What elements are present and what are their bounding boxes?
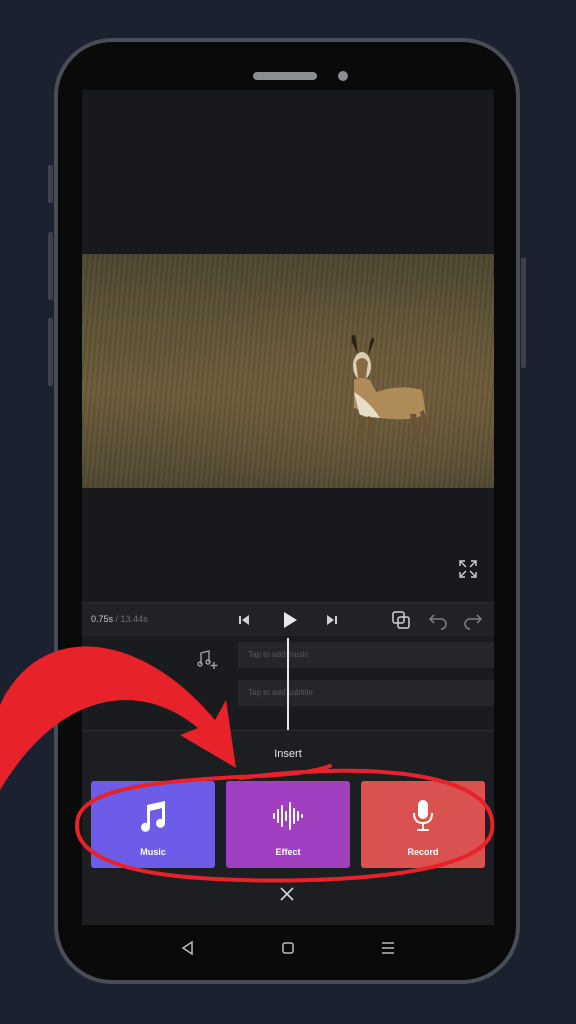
phone-camera (338, 71, 348, 81)
fullscreen-icon[interactable] (459, 560, 477, 578)
app-screen: 0.75s / 13.44s Tap to add music Tap to a… (82, 90, 494, 925)
insert-music-label: Music (140, 847, 166, 857)
insert-effect-label: Effect (275, 847, 301, 857)
music-track-placeholder: Tap to add music (248, 650, 309, 659)
insert-music-button[interactable]: Music (91, 781, 215, 868)
system-navigation-bar (82, 925, 494, 973)
playhead[interactable] (287, 638, 289, 730)
redo-icon[interactable] (463, 610, 483, 630)
phone-speaker (253, 72, 317, 80)
insert-panel-title: Insert (274, 748, 302, 760)
total-time: / 13.44s (115, 614, 148, 624)
insert-record-button[interactable]: Record (361, 781, 485, 868)
sound-wave-icon (273, 802, 303, 830)
undo-icon[interactable] (428, 610, 448, 630)
pronghorn-image (351, 334, 430, 444)
current-time: 0.75s (91, 614, 114, 624)
insert-panel: Insert Music Effect Record (82, 730, 494, 925)
playback-control-bar: 0.75s / 13.44s (82, 602, 494, 637)
phone-side-button (48, 165, 53, 203)
phone-side-button (521, 258, 526, 368)
video-preview[interactable] (82, 254, 494, 488)
home-icon[interactable] (278, 938, 298, 958)
time-readout: 0.75s / 13.44s (91, 614, 148, 624)
music-note-icon (141, 801, 166, 832)
skip-forward-icon[interactable] (322, 610, 342, 630)
overlay-copy-icon[interactable] (391, 610, 411, 630)
back-icon[interactable] (178, 938, 198, 958)
insert-record-label: Record (407, 847, 439, 857)
add-music-icon[interactable] (197, 650, 219, 670)
close-icon[interactable] (279, 886, 295, 902)
recent-apps-icon[interactable] (378, 938, 398, 958)
subtitle-track[interactable]: Tap to add subtitle (238, 680, 494, 706)
microphone-icon (413, 800, 433, 831)
subtitle-track-placeholder: Tap to add subtitle (248, 688, 313, 697)
timeline: Tap to add music Tap to add subtitle (82, 636, 494, 732)
music-track[interactable]: Tap to add music (238, 642, 494, 668)
phone-side-button (48, 318, 53, 386)
insert-effect-button[interactable]: Effect (226, 781, 350, 868)
play-icon[interactable] (277, 608, 301, 632)
phone-side-button (48, 232, 53, 300)
skip-back-icon[interactable] (234, 610, 254, 630)
